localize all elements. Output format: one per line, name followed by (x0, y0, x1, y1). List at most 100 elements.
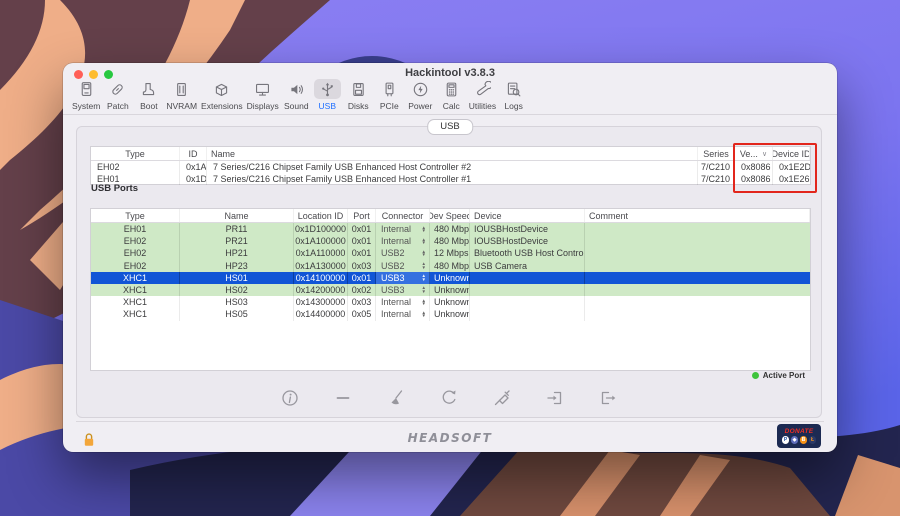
connector-select[interactable]: USB2▲▼ (376, 247, 430, 259)
toolbar-item-label: USB (319, 101, 336, 111)
table-cell: EH02 (91, 260, 180, 272)
toolbar-item-nvram[interactable]: NVRAM (164, 79, 199, 111)
remove-icon[interactable] (332, 387, 354, 409)
table-cell: 0x01 (348, 235, 376, 247)
toolbar-item-label: Utilities (469, 101, 496, 111)
toolbar-item-displays[interactable]: Displays (245, 79, 281, 111)
table-cell: XHC1 (91, 272, 180, 284)
donate-button[interactable]: DONATE P◆ɃŁ (777, 424, 821, 448)
port-row[interactable]: XHC1HS030x143000000x03Internal▲▼Unknown (91, 296, 810, 308)
table-cell: 0x14200000 (294, 284, 348, 296)
toolbar-item-label: Disks (348, 101, 369, 111)
table-cell: Unknown (430, 272, 470, 284)
table-cell: 0x8086 (735, 173, 773, 185)
port-row[interactable]: EH01PR110x1D1000000x01Internal▲▼480 Mbps… (91, 223, 810, 235)
column-header[interactable]: Connector (376, 209, 430, 222)
table-cell: 0x14300000 (294, 296, 348, 308)
port-row[interactable]: XHC1HS020x142000000x02USB3▲▼Unknown (91, 284, 810, 296)
litecoin-icon: Ł (809, 436, 817, 444)
table-cell: 12 Mbps (430, 247, 470, 259)
column-header[interactable]: Location ID (294, 209, 348, 222)
toolbar-item-disks[interactable]: Disks (343, 79, 374, 111)
toolbar-item-extensions[interactable]: Extensions (199, 79, 245, 111)
donate-label: DONATE (785, 428, 814, 435)
connector-select[interactable]: Internal▲▼ (376, 296, 430, 308)
toolbar-item-logs[interactable]: Logs (498, 79, 529, 111)
port-row[interactable]: XHC1HS050x144000000x05Internal▲▼Unknown (91, 308, 810, 320)
table-cell: PR21 (180, 235, 294, 247)
footer-divider (76, 421, 824, 422)
stepper-icon[interactable]: ▲▼ (422, 311, 426, 318)
stepper-icon[interactable]: ▲▼ (422, 286, 426, 293)
toolbar-item-pcie[interactable]: PCIe (374, 79, 405, 111)
stepper-icon[interactable]: ▲▼ (422, 238, 426, 245)
port-row[interactable]: EH02PR210x1A1000000x01Internal▲▼480 Mbps… (91, 235, 810, 247)
column-header[interactable]: Series (698, 147, 735, 160)
connector-select[interactable]: USB2▲▼ (376, 260, 430, 272)
port-row[interactable]: EH02HP230x1A1300000x03USB2▲▼480 MbpsUSB … (91, 260, 810, 272)
stepper-icon[interactable]: ▲▼ (422, 226, 426, 233)
table-cell: IOUSBHostDevice (470, 223, 585, 235)
table-cell: 0x1D (180, 173, 207, 185)
connector-select[interactable]: Internal▲▼ (376, 223, 430, 235)
broom-icon[interactable] (385, 387, 407, 409)
info-icon[interactable] (279, 387, 301, 409)
column-header[interactable]: Port (348, 209, 376, 222)
stepper-icon[interactable]: ▲▼ (422, 299, 426, 306)
cube-icon (208, 79, 235, 99)
stepper-icon[interactable]: ▲▼ (422, 274, 426, 281)
toolbar-item-utilities[interactable]: Utilities (467, 79, 498, 111)
column-header[interactable]: Dev Speed (430, 209, 470, 222)
table-cell: IOUSBHostDevice (470, 235, 585, 247)
column-header[interactable]: Name (207, 147, 698, 160)
table-cell: 0x01 (348, 247, 376, 259)
toolbar-item-system[interactable]: System (70, 79, 102, 111)
column-header[interactable]: Device (470, 209, 585, 222)
active-port-label: Active Port (763, 371, 805, 380)
toolbar-item-boot[interactable]: Boot (133, 79, 164, 111)
table-cell (585, 223, 810, 235)
toolbar-item-label: Sound (284, 101, 309, 111)
toolbar-item-label: PCIe (380, 101, 399, 111)
export-icon[interactable] (597, 387, 619, 409)
table-cell (585, 308, 810, 320)
connector-select[interactable]: USB3▲▼ (376, 272, 430, 284)
table-cell: XHC1 (91, 284, 180, 296)
toolbar-item-patch[interactable]: Patch (102, 79, 133, 111)
toolbar-item-sound[interactable]: Sound (281, 79, 312, 111)
column-header[interactable]: ID (180, 147, 207, 160)
import-icon[interactable] (544, 387, 566, 409)
table-row[interactable]: EH010x1D7 Series/C216 Chipset Family USB… (91, 173, 810, 185)
table-cell: HP21 (180, 247, 294, 259)
table-cell: Unknown (430, 296, 470, 308)
refresh-icon[interactable] (438, 387, 460, 409)
column-header[interactable]: Comment (585, 209, 810, 222)
bitcoin-icon: Ƀ (800, 436, 808, 444)
column-header[interactable]: Type (91, 209, 180, 222)
tab-usb[interactable]: USB (427, 119, 473, 135)
toolbar-item-usb[interactable]: USB (312, 79, 343, 111)
toolbar-item-power[interactable]: Power (405, 79, 436, 111)
toolbar-divider (63, 114, 837, 115)
stepper-icon[interactable]: ▲▼ (422, 250, 426, 257)
table-cell: 480 Mbps (430, 223, 470, 235)
connector-select[interactable]: USB3▲▼ (376, 284, 430, 296)
connector-select[interactable]: Internal▲▼ (376, 235, 430, 247)
toolbar-item-label: Boot (140, 101, 158, 111)
usb-controllers-table: TypeIDNameSeriesVe...∨Device ID EH020x1A… (90, 146, 811, 185)
column-header[interactable]: Ve...∨ (735, 147, 773, 160)
syringe-icon[interactable] (491, 387, 513, 409)
table-cell: 7 Series/C216 Chipset Family USB Enhance… (207, 173, 698, 185)
connector-select[interactable]: Internal▲▼ (376, 308, 430, 320)
port-row[interactable]: XHC1HS010x141000000x01USB3▲▼Unknown (91, 272, 810, 284)
port-row[interactable]: EH02HP210x1A1100000x01USB2▲▼12 MbpsBluet… (91, 247, 810, 259)
toolbar-item-calc[interactable]: Calc (436, 79, 467, 111)
table-row[interactable]: EH020x1A7 Series/C216 Chipset Family USB… (91, 161, 810, 173)
column-header[interactable]: Name (180, 209, 294, 222)
table-cell: HS05 (180, 308, 294, 320)
column-header[interactable]: Device ID (773, 147, 810, 160)
table-cell: Unknown (430, 284, 470, 296)
column-header[interactable]: Type (91, 147, 180, 160)
stepper-icon[interactable]: ▲▼ (422, 262, 426, 269)
table-cell: EH02 (91, 235, 180, 247)
